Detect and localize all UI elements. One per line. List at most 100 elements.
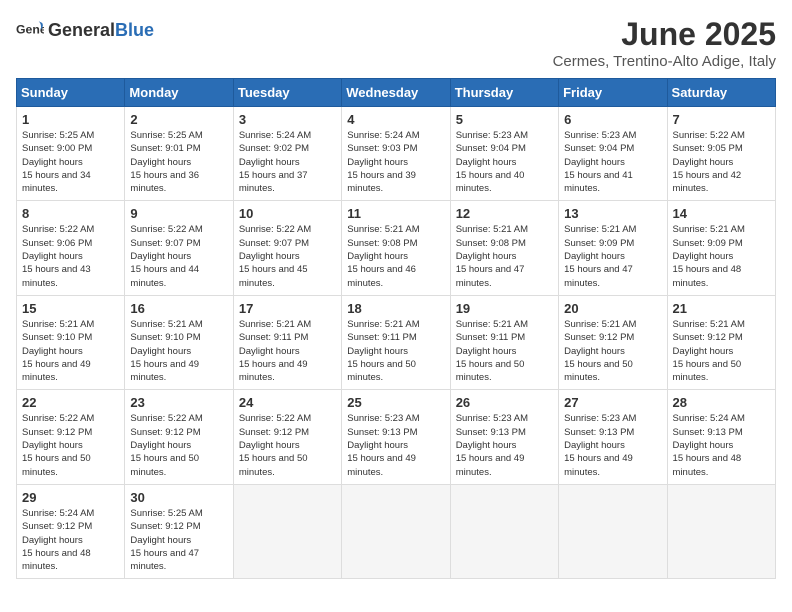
day-number: 8	[22, 206, 119, 221]
day-number: 28	[673, 395, 770, 410]
day-number: 1	[22, 112, 119, 127]
table-row: 13 Sunrise: 5:21 AM Sunset: 9:09 PM Dayl…	[559, 201, 667, 295]
table-row: 4 Sunrise: 5:24 AM Sunset: 9:03 PM Dayli…	[342, 107, 450, 201]
header: General GeneralBlue June 2025 Cermes, Tr…	[16, 16, 776, 70]
day-number: 30	[130, 490, 227, 505]
day-info: Sunrise: 5:23 AM Sunset: 9:13 PM Dayligh…	[456, 412, 553, 478]
logo-general: General	[48, 20, 115, 40]
day-info: Sunrise: 5:21 AM Sunset: 9:12 PM Dayligh…	[673, 318, 770, 384]
day-number: 29	[22, 490, 119, 505]
day-number: 19	[456, 301, 553, 316]
table-row: 7 Sunrise: 5:22 AM Sunset: 9:05 PM Dayli…	[667, 107, 775, 201]
day-info: Sunrise: 5:22 AM Sunset: 9:12 PM Dayligh…	[239, 412, 336, 478]
day-info: Sunrise: 5:22 AM Sunset: 9:07 PM Dayligh…	[239, 223, 336, 289]
table-row: 22 Sunrise: 5:22 AM Sunset: 9:12 PM Dayl…	[17, 390, 125, 484]
col-monday: Monday	[125, 79, 233, 107]
table-row: 5 Sunrise: 5:23 AM Sunset: 9:04 PM Dayli…	[450, 107, 558, 201]
table-row	[342, 484, 450, 578]
table-row	[233, 484, 341, 578]
day-number: 7	[673, 112, 770, 127]
day-info: Sunrise: 5:21 AM Sunset: 9:09 PM Dayligh…	[564, 223, 661, 289]
col-saturday: Saturday	[667, 79, 775, 107]
day-number: 12	[456, 206, 553, 221]
table-row: 20 Sunrise: 5:21 AM Sunset: 9:12 PM Dayl…	[559, 295, 667, 389]
title-area: June 2025 Cermes, Trentino-Alto Adige, I…	[553, 16, 776, 70]
day-info: Sunrise: 5:21 AM Sunset: 9:09 PM Dayligh…	[673, 223, 770, 289]
day-number: 26	[456, 395, 553, 410]
day-number: 27	[564, 395, 661, 410]
day-number: 5	[456, 112, 553, 127]
col-sunday: Sunday	[17, 79, 125, 107]
day-info: Sunrise: 5:24 AM Sunset: 9:02 PM Dayligh…	[239, 129, 336, 195]
table-row: 28 Sunrise: 5:24 AM Sunset: 9:13 PM Dayl…	[667, 390, 775, 484]
table-row	[559, 484, 667, 578]
table-row: 23 Sunrise: 5:22 AM Sunset: 9:12 PM Dayl…	[125, 390, 233, 484]
day-number: 6	[564, 112, 661, 127]
table-row: 1 Sunrise: 5:25 AM Sunset: 9:00 PM Dayli…	[17, 107, 125, 201]
svg-text:General: General	[16, 23, 44, 37]
day-number: 18	[347, 301, 444, 316]
table-row: 29 Sunrise: 5:24 AM Sunset: 9:12 PM Dayl…	[17, 484, 125, 578]
table-row: 12 Sunrise: 5:21 AM Sunset: 9:08 PM Dayl…	[450, 201, 558, 295]
day-number: 25	[347, 395, 444, 410]
table-row: 10 Sunrise: 5:22 AM Sunset: 9:07 PM Dayl…	[233, 201, 341, 295]
logo-icon: General	[16, 16, 44, 44]
day-number: 20	[564, 301, 661, 316]
day-info: Sunrise: 5:22 AM Sunset: 9:05 PM Dayligh…	[673, 129, 770, 195]
calendar: Sunday Monday Tuesday Wednesday Thursday…	[16, 78, 776, 579]
day-info: Sunrise: 5:21 AM Sunset: 9:11 PM Dayligh…	[456, 318, 553, 384]
day-number: 21	[673, 301, 770, 316]
day-number: 4	[347, 112, 444, 127]
table-row: 17 Sunrise: 5:21 AM Sunset: 9:11 PM Dayl…	[233, 295, 341, 389]
table-row: 24 Sunrise: 5:22 AM Sunset: 9:12 PM Dayl…	[233, 390, 341, 484]
day-number: 22	[22, 395, 119, 410]
table-row: 16 Sunrise: 5:21 AM Sunset: 9:10 PM Dayl…	[125, 295, 233, 389]
table-row	[450, 484, 558, 578]
table-row: 3 Sunrise: 5:24 AM Sunset: 9:02 PM Dayli…	[233, 107, 341, 201]
day-number: 24	[239, 395, 336, 410]
logo-blue: Blue	[115, 20, 154, 40]
table-row: 18 Sunrise: 5:21 AM Sunset: 9:11 PM Dayl…	[342, 295, 450, 389]
col-friday: Friday	[559, 79, 667, 107]
day-number: 9	[130, 206, 227, 221]
day-info: Sunrise: 5:21 AM Sunset: 9:11 PM Dayligh…	[347, 318, 444, 384]
table-row: 2 Sunrise: 5:25 AM Sunset: 9:01 PM Dayli…	[125, 107, 233, 201]
day-number: 10	[239, 206, 336, 221]
day-info: Sunrise: 5:23 AM Sunset: 9:04 PM Dayligh…	[456, 129, 553, 195]
col-wednesday: Wednesday	[342, 79, 450, 107]
day-number: 17	[239, 301, 336, 316]
day-info: Sunrise: 5:21 AM Sunset: 9:12 PM Dayligh…	[564, 318, 661, 384]
day-number: 14	[673, 206, 770, 221]
day-info: Sunrise: 5:24 AM Sunset: 9:03 PM Dayligh…	[347, 129, 444, 195]
col-tuesday: Tuesday	[233, 79, 341, 107]
month-title: June 2025	[553, 16, 776, 53]
day-info: Sunrise: 5:22 AM Sunset: 9:12 PM Dayligh…	[130, 412, 227, 478]
day-info: Sunrise: 5:24 AM Sunset: 9:12 PM Dayligh…	[22, 507, 119, 573]
day-info: Sunrise: 5:22 AM Sunset: 9:06 PM Dayligh…	[22, 223, 119, 289]
day-info: Sunrise: 5:22 AM Sunset: 9:12 PM Dayligh…	[22, 412, 119, 478]
day-info: Sunrise: 5:23 AM Sunset: 9:04 PM Dayligh…	[564, 129, 661, 195]
day-info: Sunrise: 5:25 AM Sunset: 9:00 PM Dayligh…	[22, 129, 119, 195]
location-title: Cermes, Trentino-Alto Adige, Italy	[553, 53, 776, 70]
table-row: 9 Sunrise: 5:22 AM Sunset: 9:07 PM Dayli…	[125, 201, 233, 295]
logo: General GeneralBlue	[16, 16, 154, 44]
table-row: 6 Sunrise: 5:23 AM Sunset: 9:04 PM Dayli…	[559, 107, 667, 201]
day-number: 15	[22, 301, 119, 316]
day-number: 11	[347, 206, 444, 221]
day-info: Sunrise: 5:21 AM Sunset: 9:10 PM Dayligh…	[22, 318, 119, 384]
day-info: Sunrise: 5:21 AM Sunset: 9:08 PM Dayligh…	[456, 223, 553, 289]
day-info: Sunrise: 5:23 AM Sunset: 9:13 PM Dayligh…	[347, 412, 444, 478]
day-info: Sunrise: 5:21 AM Sunset: 9:11 PM Dayligh…	[239, 318, 336, 384]
day-number: 3	[239, 112, 336, 127]
table-row: 11 Sunrise: 5:21 AM Sunset: 9:08 PM Dayl…	[342, 201, 450, 295]
day-info: Sunrise: 5:24 AM Sunset: 9:13 PM Dayligh…	[673, 412, 770, 478]
table-row	[667, 484, 775, 578]
day-number: 2	[130, 112, 227, 127]
day-info: Sunrise: 5:23 AM Sunset: 9:13 PM Dayligh…	[564, 412, 661, 478]
table-row: 27 Sunrise: 5:23 AM Sunset: 9:13 PM Dayl…	[559, 390, 667, 484]
day-info: Sunrise: 5:25 AM Sunset: 9:12 PM Dayligh…	[130, 507, 227, 573]
day-info: Sunrise: 5:21 AM Sunset: 9:10 PM Dayligh…	[130, 318, 227, 384]
table-row: 19 Sunrise: 5:21 AM Sunset: 9:11 PM Dayl…	[450, 295, 558, 389]
day-info: Sunrise: 5:22 AM Sunset: 9:07 PM Dayligh…	[130, 223, 227, 289]
day-number: 23	[130, 395, 227, 410]
